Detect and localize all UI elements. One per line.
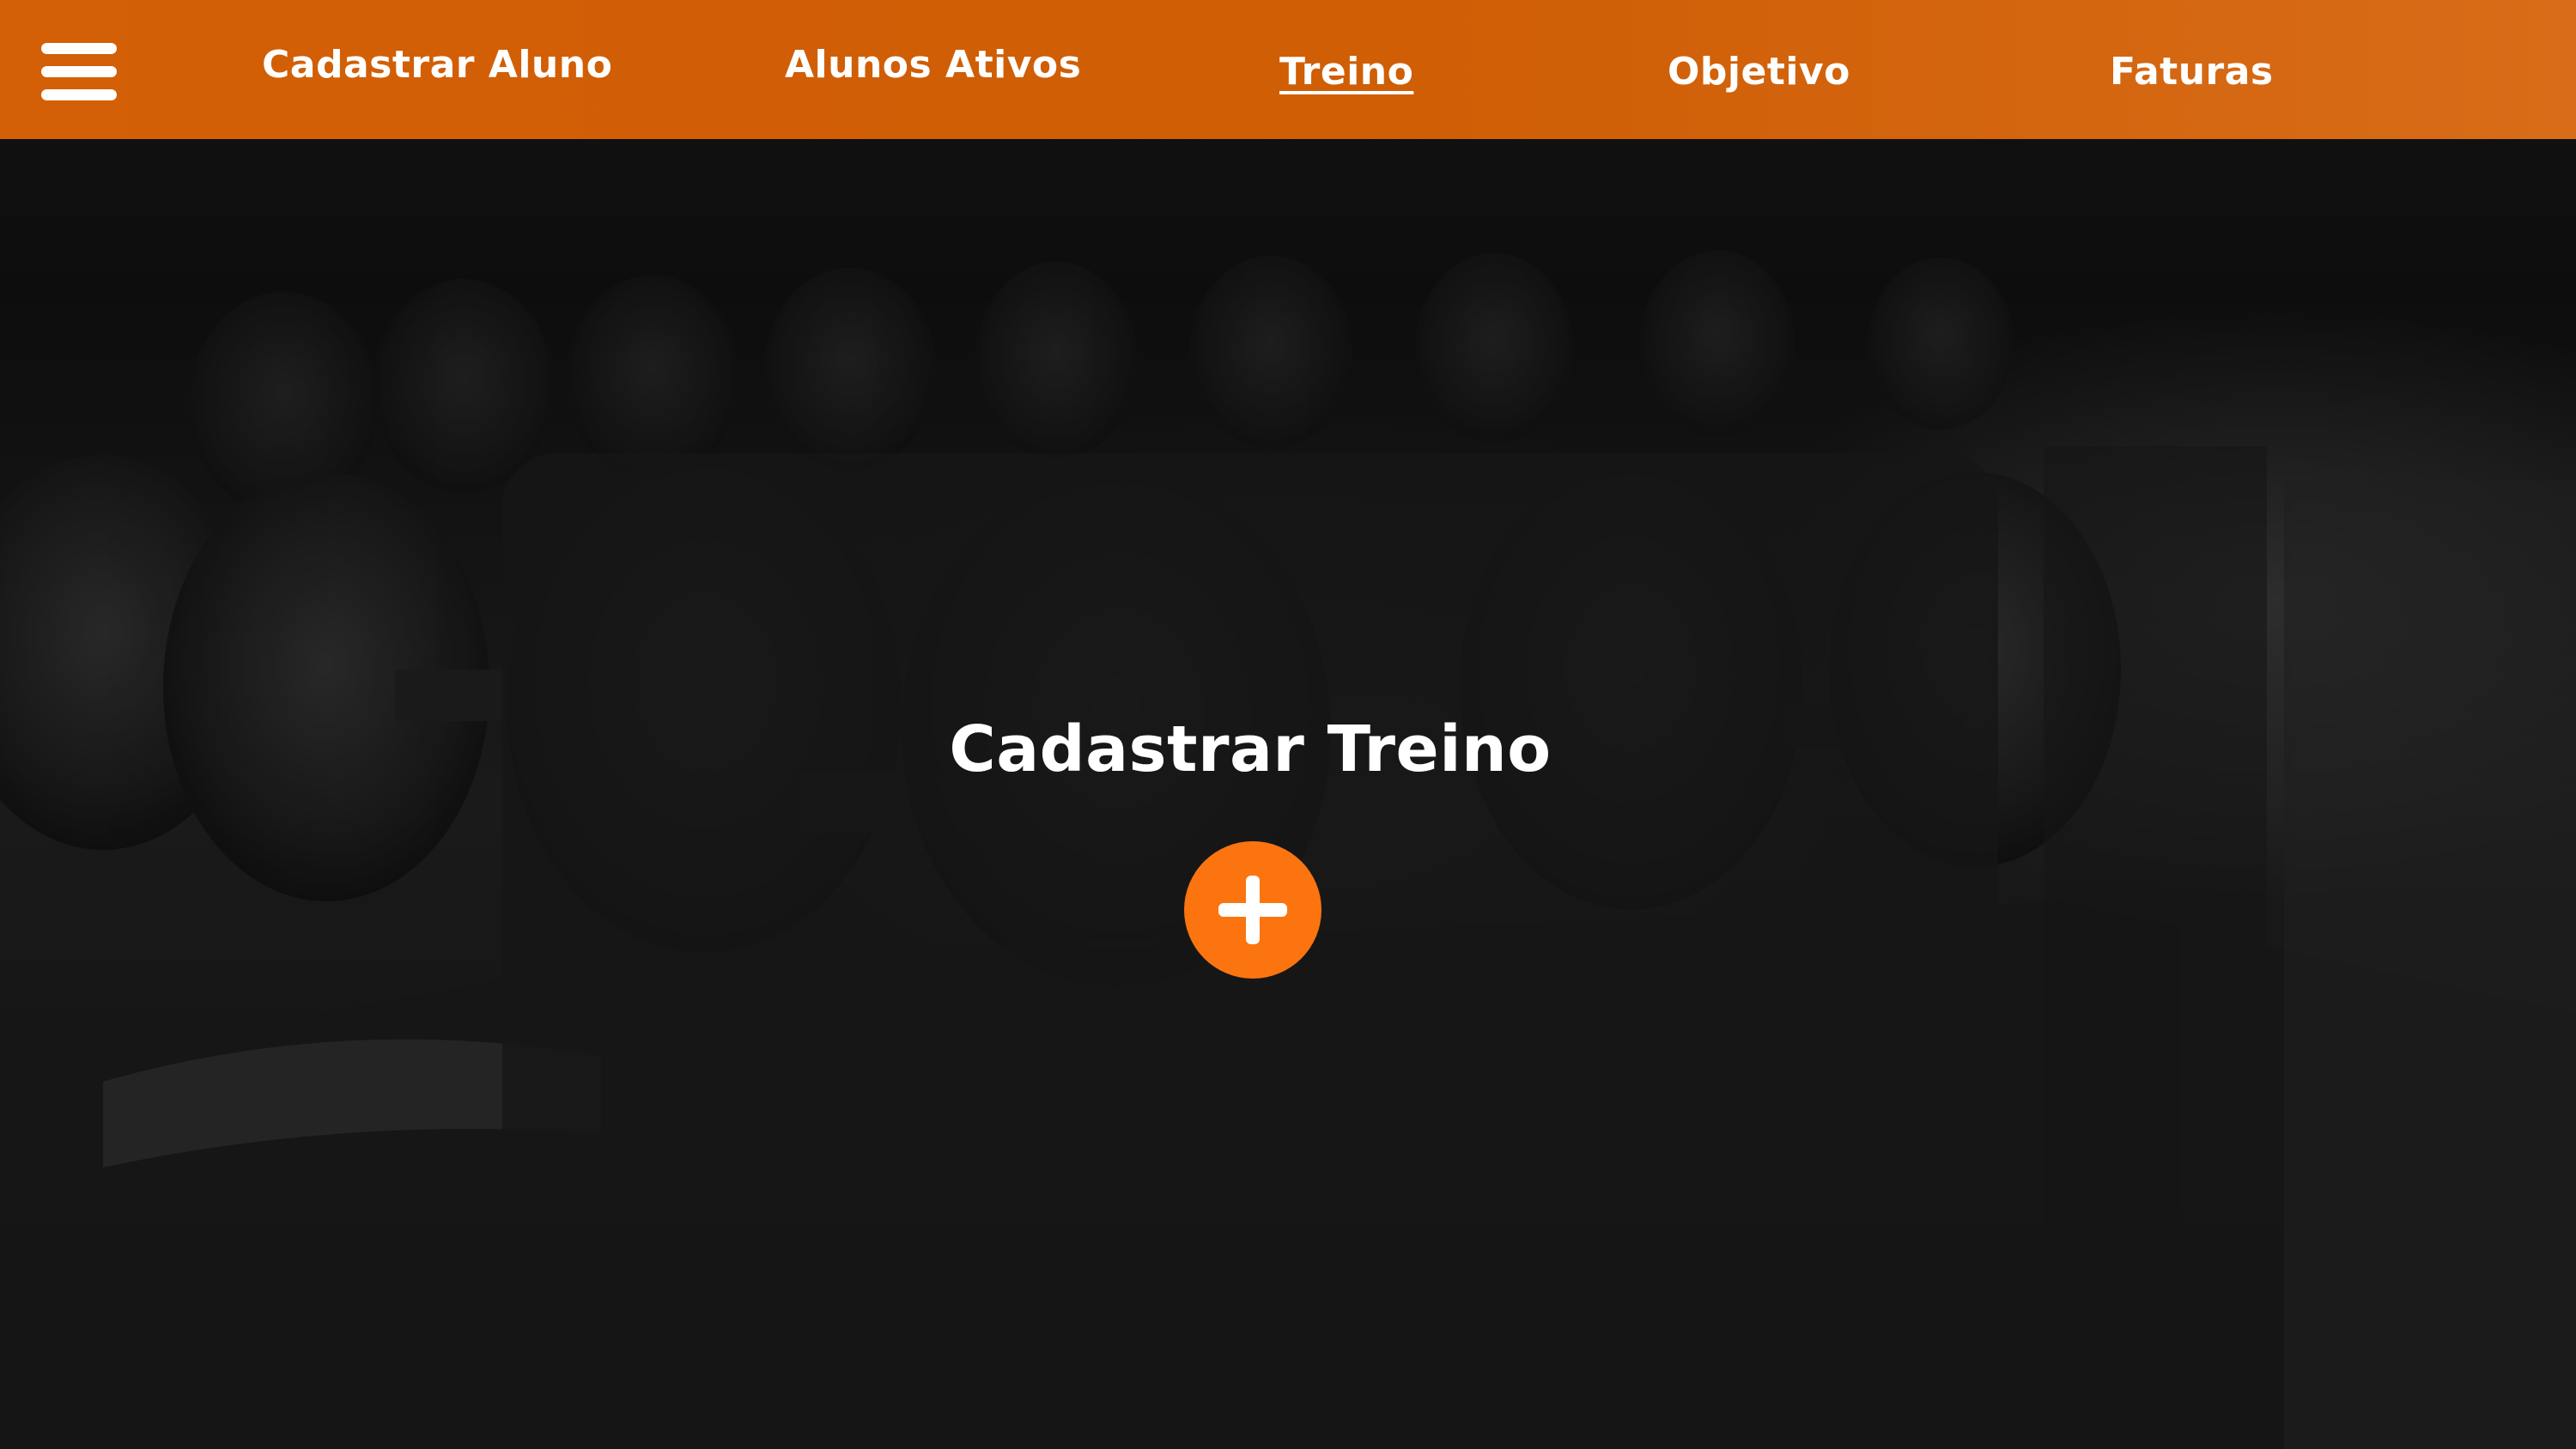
cadastrar-treino-card: Cadastrar Treino [502,453,1998,1228]
nav-link-cadastrar-aluno[interactable]: Cadastrar Aluno [262,43,612,87]
page: Cadastrar Aluno Alunos Ativos Treino Obj… [0,0,2576,1449]
nav-link-treino[interactable]: Treino [1279,50,1413,94]
top-navbar: Cadastrar Aluno Alunos Ativos Treino Obj… [0,0,2576,139]
nav-link-objetivo[interactable]: Objetivo [1668,50,1850,94]
add-treino-button[interactable] [1184,841,1321,979]
nav-link-faturas[interactable]: Faturas [2110,50,2274,94]
nav-link-alunos-ativos[interactable]: Alunos Ativos [785,43,1081,87]
menu-bar-middle [41,66,117,77]
hamburger-menu-icon[interactable] [41,43,117,100]
card-title: Cadastrar Treino [949,712,1552,786]
menu-bar-top [41,43,117,54]
plus-icon-vertical [1246,876,1260,944]
menu-bar-bottom [41,89,117,100]
